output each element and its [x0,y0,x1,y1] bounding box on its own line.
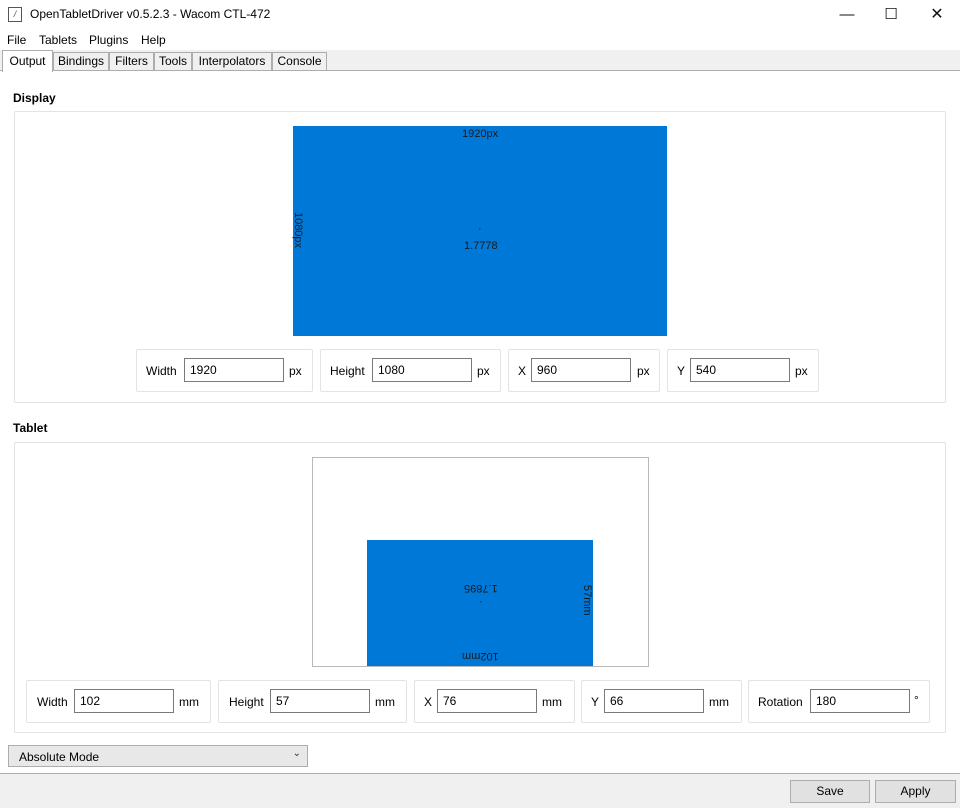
tablet-y-input[interactable]: 66 [604,689,704,713]
tablet-area-width-label: 102mm [462,650,499,662]
display-height-label: Height [330,364,365,378]
tablet-area-ratio: 1.7895 [464,582,498,594]
document-edit-icon: / [8,7,22,22]
tablet-width-card: Width 102 mm [26,680,211,723]
tablet-y-card: Y 66 mm [581,680,742,723]
mode-select-value: Absolute Mode [19,750,100,764]
display-y-card: Y 540 px [667,349,819,392]
tab-console[interactable]: Console [272,52,327,71]
tablet-rotation-input[interactable]: 180 [810,689,910,713]
tablet-width-unit: mm [179,695,199,709]
tablet-x-input[interactable]: 76 [437,689,537,713]
display-area-width-label: 1920px [462,128,499,140]
tablet-x-card: X 76 mm [414,680,575,723]
menu-help[interactable]: Help [141,33,166,47]
display-height-unit: px [477,364,490,378]
close-button[interactable]: ✕ [914,0,960,30]
tablet-rotation-card: Rotation 180 ° [748,680,930,723]
display-width-label: Width [146,364,177,378]
tablet-area-height-label: 57mm [581,585,593,616]
tab-filters[interactable]: Filters [109,52,154,71]
display-x-input[interactable]: 960 [531,358,631,382]
tab-output[interactable]: Output [2,50,53,72]
display-section-label: Display [13,91,56,105]
display-width-card: Width 1920 px [136,349,313,392]
menu-file[interactable]: File [7,33,26,47]
tab-tools[interactable]: Tools [154,52,192,71]
tablet-section-label: Tablet [13,421,48,435]
window-title: OpenTabletDriver v0.5.2.3 - Wacom CTL-47… [30,7,271,21]
tablet-height-card: Height 57 mm [218,680,407,723]
display-y-unit: px [795,364,808,378]
display-area-height-label: 1080px [292,211,305,249]
display-y-input[interactable]: 540 [690,358,790,382]
tablet-height-unit: mm [375,695,395,709]
tablet-height-input[interactable]: 57 [270,689,370,713]
display-height-input[interactable]: 1080 [372,358,472,382]
display-x-unit: px [637,364,650,378]
tablet-rotation-unit: ° [914,693,919,707]
tablet-x-label: X [424,695,433,709]
display-height-card: Height 1080 px [320,349,501,392]
tab-bindings[interactable]: Bindings [53,52,109,71]
menu-plugins[interactable]: Plugins [89,33,128,47]
menu-tablets[interactable]: Tablets [39,33,77,47]
title-bar[interactable]: / OpenTabletDriver v0.5.2.3 - Wacom CTL-… [0,0,960,30]
save-button[interactable]: Save [790,780,870,803]
display-area-center-dot: · [478,223,482,235]
tablet-rotation-label: Rotation [758,695,803,709]
tablet-width-input[interactable]: 102 [74,689,174,713]
tablet-height-label: Height [229,695,264,709]
maximize-button[interactable]: ☐ [868,0,914,30]
tablet-y-unit: mm [709,695,729,709]
display-x-label: X [518,364,527,378]
tablet-width-label: Width [37,695,68,709]
mode-select[interactable]: Absolute Mode ⌄ [8,745,308,767]
chevron-down-icon: ⌄ [292,748,301,759]
minimize-button[interactable]: — [824,0,870,30]
display-width-unit: px [289,364,302,378]
tablet-y-label: Y [591,695,600,709]
display-width-input[interactable]: 1920 [184,358,284,382]
display-y-label: Y [677,364,686,378]
display-area-ratio: 1.7778 [464,240,498,252]
tab-interpolators[interactable]: Interpolators [192,52,272,71]
tablet-area-center-dot: · [479,596,483,608]
tablet-x-unit: mm [542,695,562,709]
apply-button[interactable]: Apply [875,780,956,803]
display-x-card: X 960 px [508,349,660,392]
menu-bar: File Tablets Plugins Help [0,30,960,50]
